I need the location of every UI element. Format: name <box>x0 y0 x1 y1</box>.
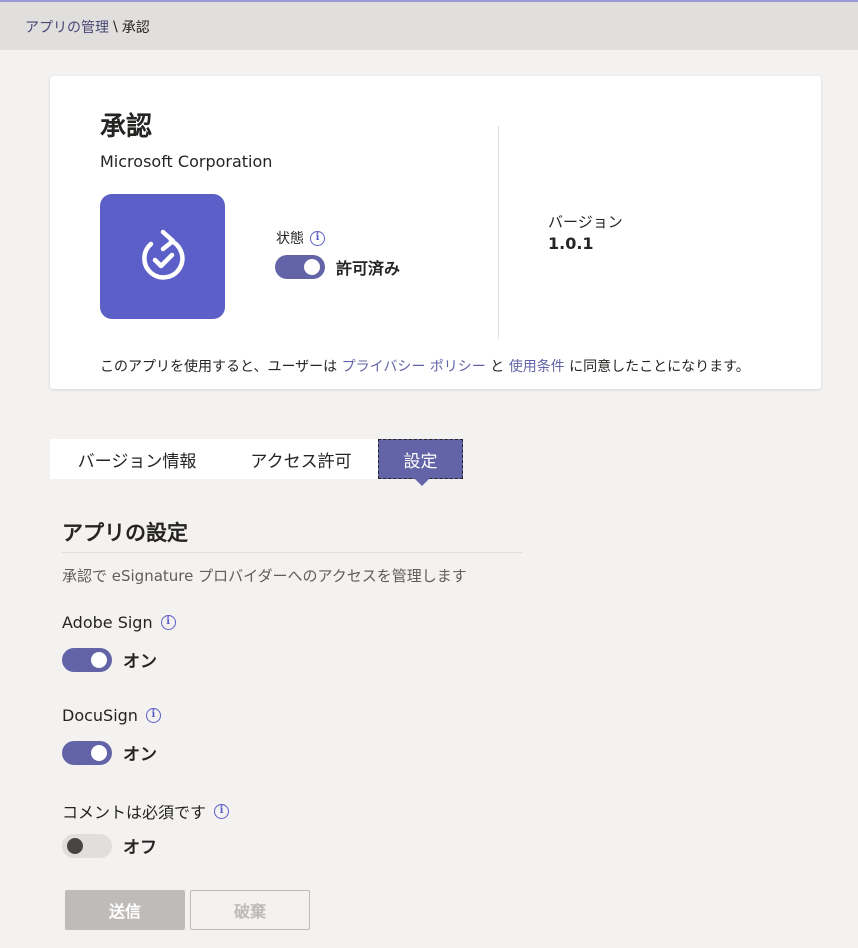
docusign-row: オン <box>62 740 157 765</box>
consent-prefix: このアプリを使用すると、ユーザーは <box>100 359 338 375</box>
adobe-sign-row: オン <box>62 647 157 672</box>
breadcrumb-separator: \ <box>113 19 118 35</box>
top-bar: アプリの管理 \ 承認 <box>0 0 858 50</box>
adobe-sign-toggle[interactable] <box>62 647 112 672</box>
status-row: 許可済み <box>275 255 400 279</box>
docusign-label-row: DocuSign i <box>62 706 161 725</box>
app-details-card: 承認 Microsoft Corporation 状態 i 許可済み バージョン… <box>50 76 821 389</box>
app-title: 承認 <box>100 112 153 142</box>
comment-required-label: コメントは必須です <box>62 803 207 822</box>
tab-about[interactable]: バージョン情報 <box>50 439 224 479</box>
comment-required-info-icon[interactable]: i <box>214 803 230 819</box>
toggle-knob <box>91 744 107 761</box>
settings-title: アプリの設定 <box>62 521 188 545</box>
settings-divider <box>62 552 522 553</box>
tab-settings[interactable]: 設定 <box>378 439 463 486</box>
version-value: 1.0.1 <box>548 234 594 253</box>
privacy-policy-link[interactable]: プライバシー ポリシー <box>342 359 486 375</box>
version-label: バージョン <box>548 213 623 231</box>
tab-permissions[interactable]: アクセス許可 <box>224 439 378 479</box>
toggle-knob <box>91 651 107 668</box>
settings-description: 承認で eSignature プロバイダーへのアクセスを管理します <box>62 567 467 585</box>
app-tile <box>100 194 225 319</box>
docusign-value: オン <box>123 745 157 765</box>
status-label: 状態 <box>276 231 304 247</box>
adobe-sign-label-row: Adobe Sign i <box>62 613 176 632</box>
breadcrumb: アプリの管理 \ 承認 <box>25 17 150 37</box>
tab-bar: バージョン情報 アクセス許可 設定 <box>50 439 463 486</box>
status-info-icon[interactable]: i <box>310 230 325 246</box>
breadcrumb-manage-apps-link[interactable]: アプリの管理 <box>25 17 109 37</box>
toggle-knob <box>304 259 320 275</box>
docusign-info-icon[interactable]: i <box>145 708 161 723</box>
terms-of-use-link[interactable]: 使用条件 <box>509 359 565 375</box>
consent-and: と <box>490 359 505 375</box>
consent-text: このアプリを使用すると、ユーザーは プライバシー ポリシー と 使用条件 に同意… <box>100 356 750 376</box>
app-publisher: Microsoft Corporation <box>100 152 273 171</box>
docusign-toggle[interactable] <box>62 740 112 765</box>
status-label-row: 状態 i <box>276 228 325 248</box>
vertical-divider <box>498 126 499 339</box>
adobe-sign-label: Adobe Sign <box>62 613 153 632</box>
comment-required-toggle[interactable] <box>62 833 112 858</box>
toggle-knob <box>67 837 83 854</box>
consent-suffix: に同意したことになります。 <box>569 359 750 375</box>
adobe-sign-value: オン <box>123 652 157 672</box>
submit-button[interactable]: 送信 <box>65 890 185 930</box>
status-toggle[interactable] <box>275 255 325 279</box>
comment-required-value: オフ <box>123 838 157 858</box>
comment-required-label-row: コメントは必須です i <box>62 799 230 823</box>
comment-required-row: オフ <box>62 833 157 858</box>
adobe-sign-info-icon[interactable]: i <box>160 615 176 630</box>
status-value: 許可済み <box>336 259 401 278</box>
approval-icon <box>141 229 185 280</box>
discard-button[interactable]: 破棄 <box>190 890 310 930</box>
breadcrumb-current: 承認 <box>121 20 150 36</box>
docusign-label: DocuSign <box>62 706 138 725</box>
